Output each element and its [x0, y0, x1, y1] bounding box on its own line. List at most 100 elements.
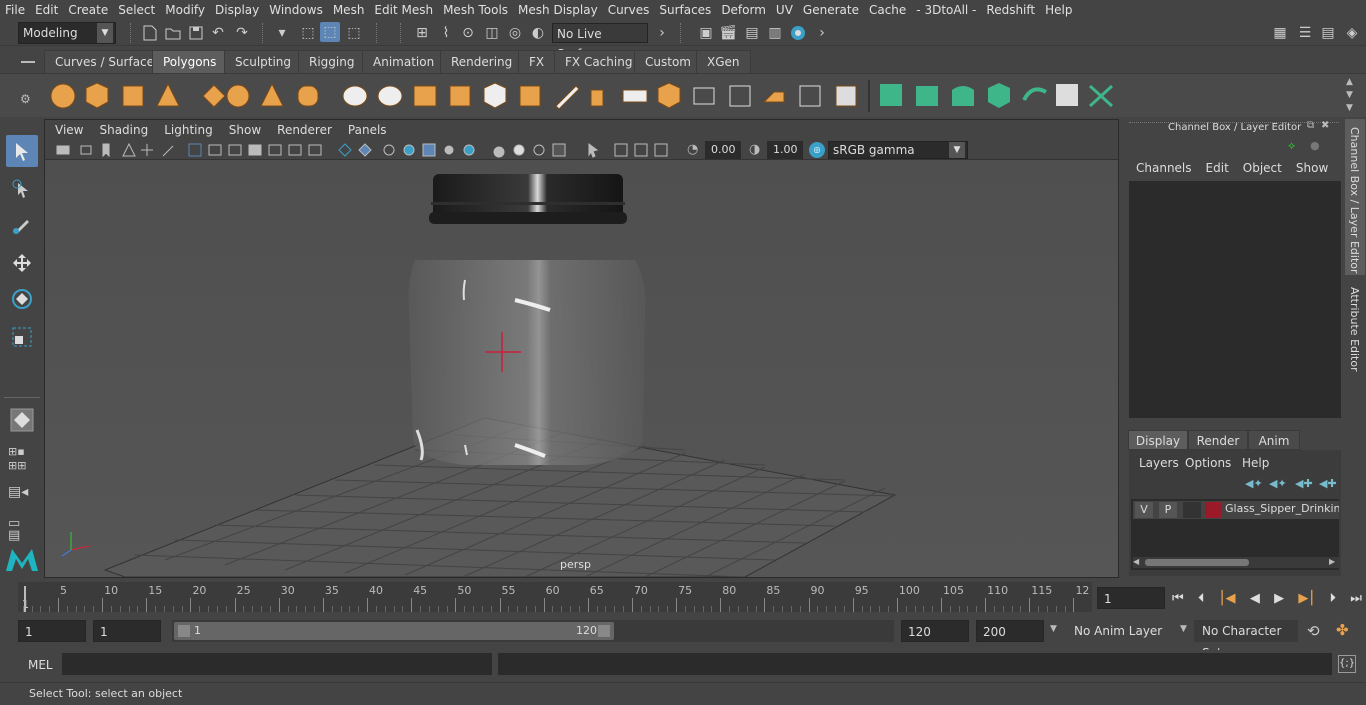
step-back-icon[interactable]: ⏴	[1198, 591, 1205, 606]
range-handle-end[interactable]	[598, 625, 610, 637]
layer-menu-layers[interactable]: Layers	[1139, 456, 1179, 470]
float-panel-icon[interactable]: ⧉	[1307, 120, 1314, 131]
move-layer-down-icon[interactable]: ◀✦	[1269, 477, 1287, 490]
scrollbar-thumb[interactable]	[1145, 559, 1249, 566]
tab-rendering[interactable]: Rendering	[440, 50, 524, 73]
open-scene-icon[interactable]	[163, 23, 183, 43]
paint-select-icon[interactable]	[6, 209, 38, 241]
select-object-icon[interactable]: ⬚	[320, 22, 340, 42]
viewport-menu-shading[interactable]: Shading	[91, 120, 156, 140]
menu-curves[interactable]: Curves	[603, 0, 655, 20]
current-time-marker[interactable]	[24, 586, 26, 612]
layout-outliner-icon[interactable]: ▭ ▤	[8, 517, 20, 542]
layout-four-view-icon[interactable]: ⊞▪ ⊞⊞	[8, 445, 26, 473]
viewport-menu-panels[interactable]: Panels	[340, 120, 395, 140]
play-forwards-icon[interactable]: ▶	[1274, 591, 1284, 606]
render-frame-icon[interactable]: 🎬︎	[718, 23, 738, 43]
layer-name[interactable]: Glass_Sipper_Drinking	[1225, 502, 1339, 515]
chevron-down-icon[interactable]: ▼	[1050, 624, 1057, 634]
step-forward-key-icon[interactable]: ▶⎮	[1298, 591, 1315, 606]
menu-redshift[interactable]: Redshift	[981, 0, 1040, 20]
step-forward-icon[interactable]: ⏵	[1329, 591, 1336, 606]
menu-help[interactable]: Help	[1040, 0, 1077, 20]
step-back-key-icon[interactable]: ⎮◀	[1219, 591, 1236, 606]
undo-icon[interactable]: ↶	[208, 23, 228, 43]
menu-mesh-tools[interactable]: Mesh Tools	[438, 0, 513, 20]
tab-xgen[interactable]: XGen	[696, 50, 751, 73]
layer-menu-options[interactable]: Options	[1185, 456, 1231, 470]
last-tool-icon[interactable]	[6, 404, 38, 436]
viewport-menu-renderer[interactable]: Renderer	[269, 120, 340, 140]
color-space-dropdown[interactable]: sRGB gamma ▼	[828, 141, 968, 159]
snap-grid-icon[interactable]: ⊞	[412, 23, 432, 43]
cb-menu-edit[interactable]: Edit	[1192, 161, 1229, 175]
layer-tab-anim[interactable]: Anim	[1248, 430, 1300, 450]
anim-layer-dropdown[interactable]: No Anim Layer	[1066, 620, 1176, 642]
layer-color-swatch[interactable]	[1205, 502, 1221, 518]
layer-visibility-toggle[interactable]: V	[1135, 502, 1153, 518]
playback-start-field[interactable]: 1	[93, 620, 161, 642]
chevron-right-icon[interactable]: ›	[652, 23, 672, 43]
layer-type-toggle[interactable]	[1183, 502, 1201, 518]
lasso-tool-icon[interactable]	[6, 173, 38, 205]
tab-animation[interactable]: Animation	[362, 50, 446, 73]
script-editor-icon[interactable]: {;}	[1338, 655, 1356, 673]
chevron-down-icon[interactable]: ▼	[1180, 624, 1187, 634]
menu-mesh[interactable]: Mesh	[328, 0, 370, 20]
render-settings-icon[interactable]: ▥	[765, 23, 785, 43]
tab-polygons[interactable]: Polygons	[152, 50, 228, 73]
menu-generate[interactable]: Generate	[798, 0, 864, 20]
side-tab-channel-box[interactable]: Channel Box / Layer Editor	[1345, 119, 1365, 275]
tab-fx[interactable]: FX	[518, 50, 556, 73]
menu-edit-mesh[interactable]: Edit Mesh	[369, 0, 438, 20]
tab-sculpting[interactable]: Sculpting	[224, 50, 303, 73]
render-view-icon[interactable]: ▣	[696, 23, 716, 43]
play-backwards-icon[interactable]: ◀	[1250, 591, 1260, 606]
snap-curve-icon[interactable]: ⌇	[436, 23, 456, 43]
start-time-field[interactable]: 1	[18, 620, 86, 642]
close-icon[interactable]: ✖	[1321, 120, 1329, 131]
time-ruler[interactable]: 1 51015202530354045505560657075808590951…	[18, 582, 1092, 612]
select-tool-icon[interactable]	[6, 135, 38, 167]
chevron-right-icon[interactable]: ▶	[1329, 557, 1335, 566]
snap-live-icon[interactable]: ◎	[505, 23, 525, 43]
character-set-dropdown[interactable]: No Character Set	[1194, 620, 1298, 660]
tab-fx-caching[interactable]: FX Caching	[554, 50, 644, 73]
3d-scene[interactable]: persp	[45, 160, 1118, 578]
color-management-icon[interactable]: ◎	[809, 142, 825, 158]
menu-3dtoall[interactable]: - 3DtoAll -	[911, 0, 981, 20]
select-hierarchy-icon[interactable]: ⬚	[298, 23, 318, 43]
menu-display[interactable]: Display	[210, 0, 264, 20]
menu-edit[interactable]: Edit	[30, 0, 63, 20]
live-surface-field[interactable]: No Live Surface	[552, 23, 648, 61]
hypershade-icon[interactable]	[788, 23, 808, 43]
sculpt-icon[interactable]: ▦	[1270, 23, 1290, 43]
exposure-field[interactable]: 0.00	[705, 141, 741, 159]
chevron-right-icon[interactable]: ›	[812, 23, 832, 43]
attribute-editor-icon[interactable]: ▤	[1318, 23, 1338, 43]
menu-windows[interactable]: Windows	[264, 0, 328, 20]
scale-tool-icon[interactable]	[6, 321, 38, 353]
menu-uv[interactable]: UV	[771, 0, 798, 20]
move-layer-up-icon[interactable]: ◀✦	[1245, 477, 1263, 490]
viewport-menu-lighting[interactable]: Lighting	[156, 120, 221, 140]
menu-modify[interactable]: Modify	[160, 0, 210, 20]
menu-select[interactable]: Select	[113, 0, 160, 20]
layer-tab-display[interactable]: Display	[1128, 430, 1188, 450]
range-handle-start[interactable]	[178, 625, 190, 637]
playback-end-field[interactable]: 120	[901, 620, 969, 642]
go-to-start-icon[interactable]: ⏮	[1172, 591, 1184, 606]
script-language-label[interactable]: MEL	[28, 658, 53, 672]
new-layer-icon[interactable]: ◀✚	[1295, 477, 1313, 490]
cb-menu-channels[interactable]: Channels	[1124, 161, 1192, 175]
shelf-menu-icon[interactable]	[18, 55, 38, 69]
shelf-scroll-arrows[interactable]: ▲ ▼ ▼	[1346, 76, 1353, 115]
gamma-icon[interactable]: ◑	[749, 142, 765, 158]
move-tool-icon[interactable]	[6, 247, 38, 279]
redo-icon[interactable]: ↷	[232, 23, 252, 43]
animation-prefs-icon[interactable]: ✤	[1336, 621, 1349, 639]
layer-playback-toggle[interactable]: P	[1159, 502, 1177, 518]
menu-cache[interactable]: Cache	[864, 0, 911, 20]
magnet-icon[interactable]: ◐	[528, 23, 548, 43]
tab-rigging[interactable]: Rigging	[298, 50, 366, 73]
